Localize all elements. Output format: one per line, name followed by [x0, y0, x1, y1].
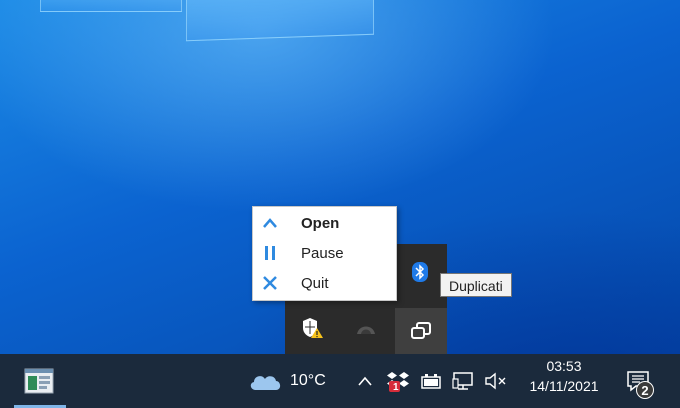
duplicati-icon: [357, 326, 375, 334]
menu-item-label: Pause: [301, 244, 344, 262]
volume-muted-icon: [485, 372, 506, 390]
show-hidden-icons-button[interactable]: [354, 354, 376, 408]
chevron-up-icon: [358, 376, 372, 386]
tray-overflow-security[interactable]: [291, 308, 335, 348]
menu-item-label: Quit: [301, 274, 329, 292]
security-warning-icon: [303, 318, 323, 338]
dropbox-badge-count: 1: [393, 382, 399, 393]
dropbox-tray-button[interactable]: 1: [384, 354, 412, 408]
clock-date: 14/11/2021: [529, 378, 599, 394]
taskbar-clock[interactable]: 03:53 14/11/2021: [518, 356, 610, 396]
weather-temperature: 10°C: [290, 372, 326, 389]
weather-widget[interactable]: 10°C: [248, 354, 340, 408]
action-center-button[interactable]: [616, 354, 660, 408]
bluetooth-icon: [412, 262, 428, 282]
app-window-icon: [24, 368, 54, 394]
duplicati-tray-icon: [411, 322, 431, 339]
battery-tray-button[interactable]: [418, 354, 444, 408]
volume-tray-button[interactable]: [482, 354, 510, 408]
tooltip: Duplicati: [440, 273, 512, 297]
tray-overflow-duplicati[interactable]: [344, 308, 388, 348]
clock-time: 03:53: [546, 358, 582, 374]
wallpaper-window-pane: [40, 0, 182, 12]
wallpaper-window-pane: [186, 0, 374, 42]
menu-item-quit[interactable]: Quit: [253, 269, 396, 297]
context-menu: Open Pause Quit: [252, 206, 397, 301]
notification-count-badge: 2: [636, 381, 654, 399]
menu-item-label: Open: [301, 214, 340, 232]
network-tray-button[interactable]: [450, 354, 478, 408]
cloud-icon: [250, 376, 281, 390]
battery-icon: [421, 374, 441, 389]
chevron-up-icon: [254, 217, 286, 229]
menu-item-pause[interactable]: Pause: [253, 239, 396, 267]
pause-icon: [254, 245, 286, 261]
menu-item-open[interactable]: Open: [253, 209, 396, 237]
tray-overflow-duplicati-selected[interactable]: [395, 308, 447, 354]
close-icon: [254, 275, 286, 291]
taskbar-app-button[interactable]: [12, 354, 66, 408]
tray-overflow-bluetooth[interactable]: [398, 252, 442, 292]
network-icon: [452, 372, 473, 390]
